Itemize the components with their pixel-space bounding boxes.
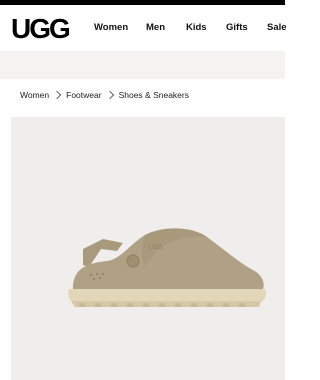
nav-item-kids[interactable]: Kids <box>186 22 207 33</box>
nav-item-gifts[interactable]: Gifts <box>226 22 248 33</box>
breadcrumb-women[interactable]: Women <box>20 90 49 100</box>
nav-item-sale[interactable]: Sale <box>267 22 287 33</box>
nav-item-men[interactable]: Men <box>146 22 165 33</box>
breadcrumb-footwear[interactable]: Footwear <box>66 90 101 100</box>
promo-banner <box>0 51 285 79</box>
breadcrumb: Women Footwear Shoes & Sneakers <box>20 90 189 100</box>
svg-text:UGG: UGG <box>149 245 163 251</box>
strap-button <box>126 254 140 268</box>
breadcrumb-shoes-sneakers[interactable]: Shoes & Sneakers <box>119 90 189 100</box>
clog-shoe-image: UGG <box>68 228 266 307</box>
ugg-logo[interactable]: UGG <box>11 15 77 43</box>
chevron-right-icon <box>105 90 114 100</box>
site-header: UGG Women Men Kids Gifts Sale <box>0 5 287 51</box>
shoe-sole <box>68 289 266 303</box>
product-image-area: UGG <box>11 117 285 380</box>
chevron-right-icon <box>52 90 62 100</box>
nav-item-women[interactable]: Women <box>94 22 128 33</box>
